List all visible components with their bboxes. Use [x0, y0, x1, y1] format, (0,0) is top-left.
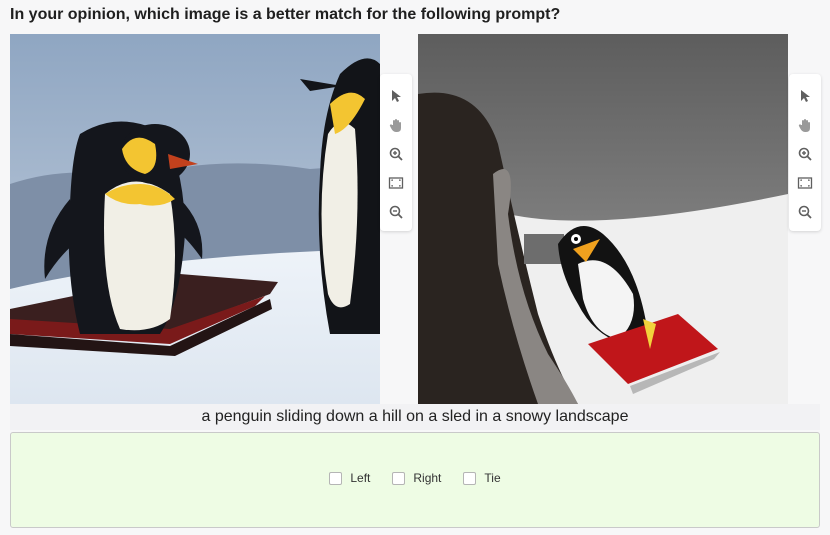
- choice-panel: Left Right Tie: [10, 432, 820, 528]
- option-tie[interactable]: Tie: [463, 471, 501, 485]
- corner-marker: ··: [815, 0, 822, 5]
- left-image[interactable]: [10, 34, 380, 404]
- left-image-toolbar: [380, 74, 412, 231]
- tie-checkbox[interactable]: [463, 471, 477, 485]
- prompt-text: a penguin sliding down a hill on a sled …: [10, 404, 820, 430]
- right-checkbox[interactable]: [392, 471, 406, 485]
- option-left[interactable]: Left: [329, 471, 370, 485]
- option-left-label: Left: [350, 471, 371, 485]
- fit-screen-icon[interactable]: [795, 173, 815, 193]
- zoom-out-icon[interactable]: [386, 202, 406, 222]
- option-right[interactable]: Right: [392, 471, 441, 485]
- left-checkbox[interactable]: [329, 471, 343, 485]
- left-penguin-photo: [10, 34, 380, 404]
- zoom-in-icon[interactable]: [795, 144, 815, 164]
- fit-screen-icon[interactable]: [386, 173, 406, 193]
- option-right-label: Right: [413, 471, 442, 485]
- option-tie-label: Tie: [484, 471, 501, 485]
- question-title: In your opinion, which image is a better…: [10, 6, 561, 23]
- choice-options: Left Right Tie: [11, 471, 819, 485]
- hand-icon[interactable]: [795, 115, 815, 135]
- pointer-icon[interactable]: [386, 86, 406, 106]
- zoom-out-icon[interactable]: [795, 202, 815, 222]
- right-penguin-illustration: [418, 34, 788, 404]
- right-image-toolbar: [789, 74, 821, 231]
- right-image[interactable]: [418, 34, 788, 404]
- zoom-in-icon[interactable]: [386, 144, 406, 164]
- pointer-icon[interactable]: [795, 86, 815, 106]
- hand-icon[interactable]: [386, 115, 406, 135]
